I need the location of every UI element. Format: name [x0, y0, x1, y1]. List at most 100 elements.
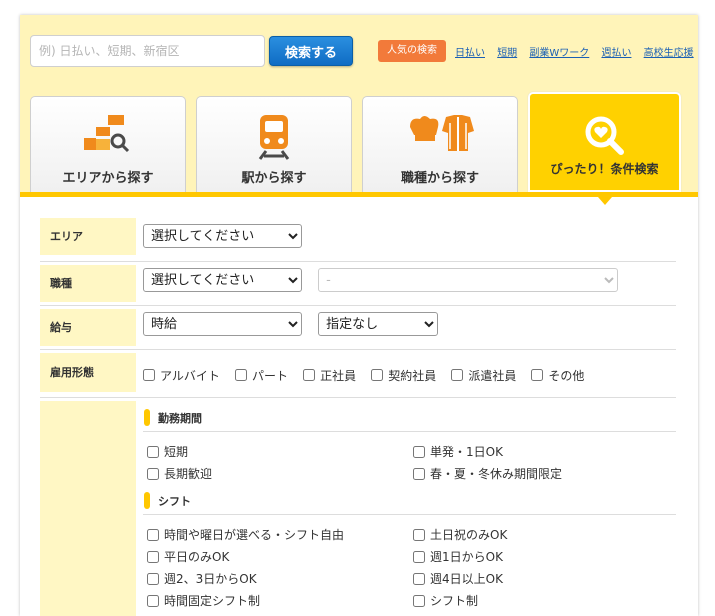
checkbox[interactable] — [413, 594, 425, 607]
section-divider — [143, 514, 676, 515]
job-subcategory-select[interactable]: - — [318, 268, 619, 292]
employment-option-label: 契約社員 — [388, 368, 437, 383]
shift-option-one-day-week[interactable]: 週1日からOK — [413, 548, 503, 565]
salary-row: 給与 時給 指定なし — [40, 306, 676, 350]
search-button[interactable]: 検索する — [269, 36, 353, 66]
train-icon — [256, 113, 292, 165]
popular-link-short-term[interactable]: 短期 — [497, 48, 517, 59]
tab-job-label: 職種から探す — [400, 171, 479, 186]
employment-option-part-time[interactable]: アルバイト — [143, 367, 220, 384]
shift-option-weekday[interactable]: 平日のみOK — [147, 548, 229, 565]
popular-search-links: 日払い 短期 副業Wワーク 週払い 高校生応援 — [455, 44, 698, 59]
period-section-title: 勤務期間 — [144, 409, 202, 426]
section-marker — [144, 409, 150, 426]
employment-option-part[interactable]: パート — [234, 367, 288, 384]
condition-form: エリア 選択してください 職種 選択してください - 給与 時給 指定なし 雇用… — [40, 218, 676, 616]
section-divider — [143, 431, 676, 432]
option-label: 長期歓迎 — [164, 467, 213, 481]
shift-option-fixed-time[interactable]: 時間固定シフト制 — [147, 592, 260, 609]
salary-amount-select[interactable]: 指定なし — [318, 312, 439, 336]
popular-link-daily-pay[interactable]: 日払い — [455, 48, 485, 59]
job-row: 職種 選択してください - — [40, 262, 676, 306]
shift-option-four-days[interactable]: 週4日以上OK — [413, 570, 503, 587]
employment-row: 雇用形態 アルバイト パート 正社員 契約社員 派遣社員 その他 — [40, 350, 676, 398]
checkbox[interactable] — [147, 528, 159, 541]
employment-label: 雇用形態 — [40, 353, 136, 392]
checkbox[interactable] — [147, 594, 159, 607]
tab-area-label: エリアから探す — [62, 171, 154, 186]
tab-area-search[interactable]: エリアから探す — [30, 96, 186, 192]
option-label: シフト制 — [430, 594, 479, 608]
option-label: 短期 — [164, 445, 189, 459]
section-marker — [144, 492, 150, 509]
option-label: 時間や曜日が選べる・シフト自由 — [164, 528, 345, 542]
detail-conditions-row: 勤務期間 短期 単発・1日OK 長期歓迎 春・夏・冬休み期間限定 シフト 時間や… — [40, 398, 676, 616]
active-tab-pointer — [598, 197, 612, 205]
checkbox[interactable] — [234, 369, 247, 381]
salary-type-select[interactable]: 時給 — [143, 312, 302, 336]
job-label: 職種 — [40, 265, 136, 302]
tab-job-search[interactable]: 職種から探す — [362, 96, 518, 192]
option-label: 週2、3日からOK — [164, 572, 257, 586]
checkbox[interactable] — [531, 369, 544, 381]
option-label: 週4日以上OK — [430, 572, 503, 586]
period-option-short[interactable]: 短期 — [147, 443, 188, 460]
option-label: 平日のみOK — [164, 550, 230, 564]
option-label: 週1日からOK — [430, 550, 503, 564]
salary-label: 給与 — [40, 309, 136, 346]
employment-option-label: パート — [251, 368, 288, 383]
uniform-icon — [406, 113, 474, 157]
area-select[interactable]: 選択してください — [143, 224, 302, 248]
checkbox[interactable] — [147, 467, 159, 480]
checkbox[interactable] — [451, 369, 464, 381]
popular-link-weekly-pay[interactable]: 週払い — [601, 48, 631, 59]
period-option-holiday[interactable]: 春・夏・冬休み期間限定 — [413, 465, 562, 482]
checkbox[interactable] — [413, 445, 425, 458]
magnifier-heart-icon — [583, 114, 627, 162]
area-map-icon — [82, 113, 134, 157]
checkbox[interactable] — [413, 467, 425, 480]
shift-section-title: シフト — [144, 492, 191, 509]
employment-option-label: 正社員 — [320, 368, 357, 383]
employment-option-dispatch[interactable]: 派遣社員 — [451, 367, 516, 384]
checkbox[interactable] — [143, 369, 155, 381]
checkbox[interactable] — [147, 572, 159, 585]
popular-link-side-job[interactable]: 副業Wワーク — [529, 48, 589, 59]
tab-station-search[interactable]: 駅から探す — [196, 96, 352, 192]
employment-option-label: アルバイト — [160, 368, 220, 383]
shift-option-shift-system[interactable]: シフト制 — [413, 592, 478, 609]
tab-condition-label: ぴったり！条件検索 — [550, 162, 659, 176]
employment-option-contract[interactable]: 契約社員 — [371, 367, 436, 384]
checkbox[interactable] — [371, 369, 384, 381]
employment-option-other[interactable]: その他 — [531, 367, 584, 384]
area-row: エリア 選択してください — [40, 218, 676, 262]
employment-option-label: 派遣社員 — [468, 368, 517, 383]
employment-option-label: その他 — [548, 368, 585, 383]
employment-option-full-time[interactable]: 正社員 — [303, 367, 356, 384]
keyword-search-input[interactable] — [30, 35, 265, 67]
tab-underline — [20, 192, 698, 197]
shift-option-weekend[interactable]: 土日祝のみOK — [413, 526, 507, 543]
period-option-long[interactable]: 長期歓迎 — [147, 465, 212, 482]
checkbox[interactable] — [303, 369, 316, 381]
popular-search-badge: 人気の検索 — [378, 40, 446, 62]
area-label: エリア — [40, 218, 136, 255]
detail-conditions-label-cell — [40, 401, 136, 616]
shift-option-two-three-days[interactable]: 週2、3日からOK — [147, 570, 257, 587]
tab-station-label: 駅から探す — [241, 171, 307, 186]
checkbox[interactable] — [413, 528, 425, 541]
tab-condition-search[interactable]: ぴったり！条件検索 — [528, 92, 681, 192]
checkbox[interactable] — [413, 550, 425, 563]
option-label: 土日祝のみOK — [430, 528, 508, 542]
job-category-select[interactable]: 選択してください — [143, 268, 302, 292]
option-label: 時間固定シフト制 — [164, 594, 261, 608]
search-header: 検索する 人気の検索 日払い 短期 副業Wワーク 週払い 高校生応援 エリアから… — [20, 15, 698, 195]
popular-link-high-school[interactable]: 高校生応援 — [644, 48, 694, 59]
checkbox[interactable] — [147, 445, 159, 458]
option-label: 単発・1日OK — [430, 445, 503, 459]
shift-title-text: シフト — [158, 494, 191, 508]
shift-option-free[interactable]: 時間や曜日が選べる・シフト自由 — [147, 526, 344, 543]
checkbox[interactable] — [147, 550, 159, 563]
period-option-one-day[interactable]: 単発・1日OK — [413, 443, 503, 460]
checkbox[interactable] — [413, 572, 425, 585]
